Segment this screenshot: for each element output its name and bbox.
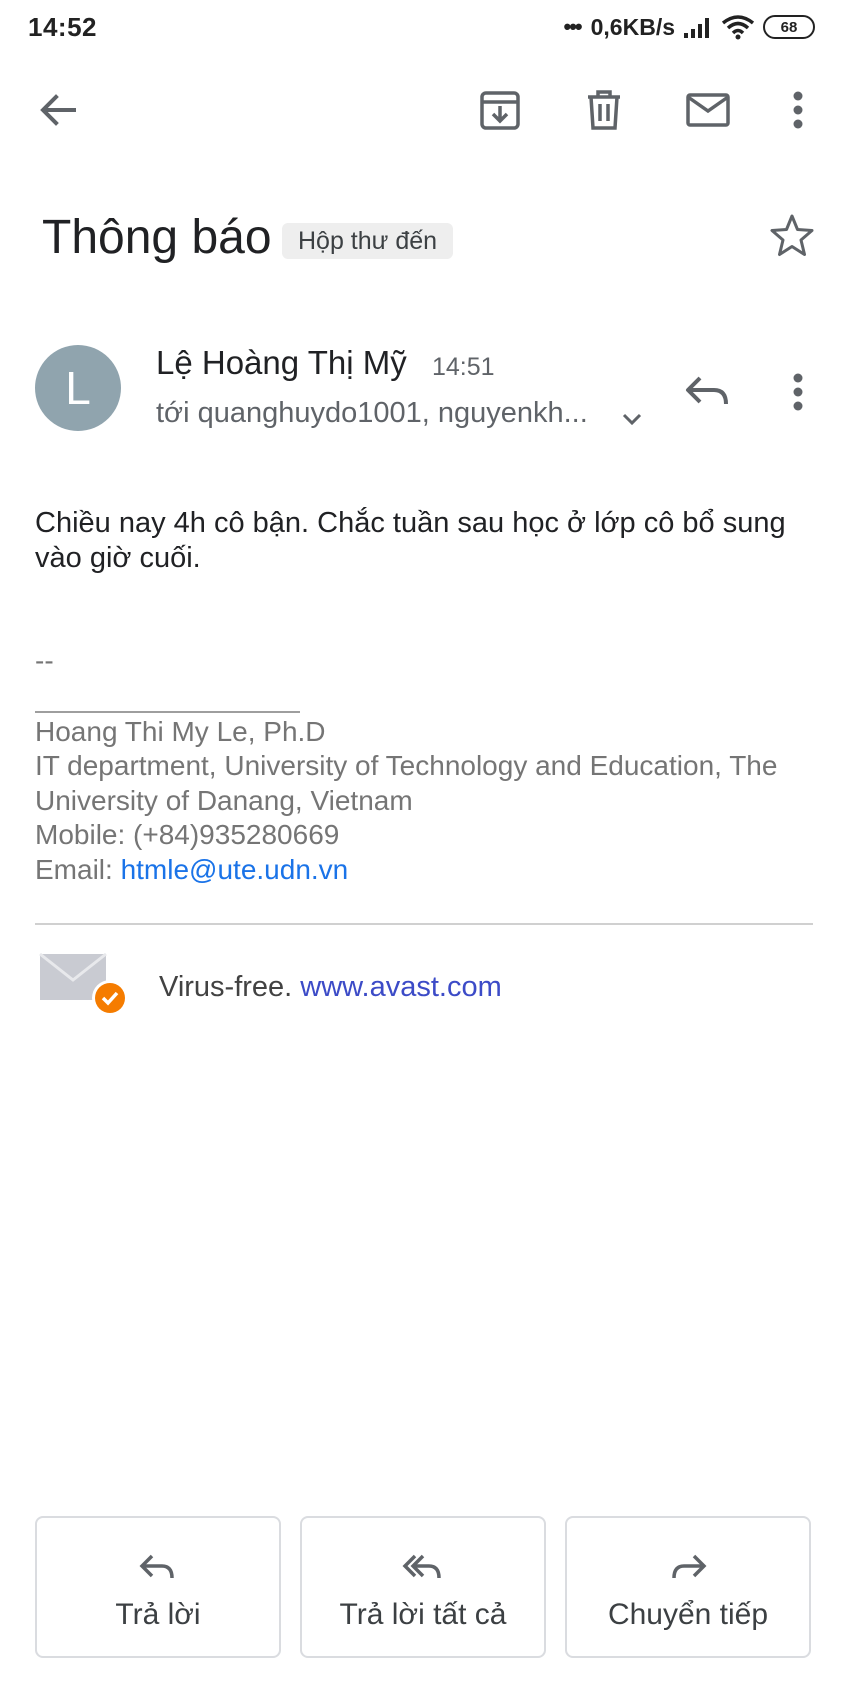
mark-unread-icon[interactable] [680,82,736,138]
more-vert-icon[interactable] [778,366,818,422]
reply-button[interactable]: Trả lời [35,1516,281,1658]
status-time: 14:52 [28,12,97,42]
signature-mobile: Mobile: (+84)935280669 [35,819,340,850]
forward-icon [672,1554,707,1579]
status-icons: ••• 0,6KB/s 68 [564,12,815,42]
action-bar: Trả lời Trả lời tất cả Chuyển tiếp [35,1516,812,1658]
email-time: 14:51 [432,353,495,381]
signature-dash: -- [35,645,54,676]
delete-icon[interactable] [576,82,632,138]
avatar-initial: L [65,362,91,414]
signature-email-row: Email: htmle@ute.udn.vn [35,853,825,888]
signature-email-prefix: Email: [35,853,121,885]
chevron-down-icon[interactable] [616,403,648,435]
battery-level: 68 [780,18,798,36]
avast-text: Virus-free. [159,971,301,1003]
forward-button[interactable]: Chuyển tiếp [565,1516,811,1658]
reply-label: Trả lời [115,1598,201,1631]
avatar[interactable]: L [35,345,121,431]
signature-name: Hoang Thi My Le, Ph.D [35,715,326,747]
email-signature: -- Hoang Thi My Le, Ph.D IT department, … [35,644,825,887]
email-body: Chiều nay 4h cô bận. Chắc tuần sau học ở… [35,507,786,574]
signature-department: IT department, University of Technology … [35,750,778,816]
back-arrow-icon[interactable] [30,82,86,138]
network-speed: 0,6KB/s [590,13,675,40]
inbox-label-chip[interactable]: Hộp thư đến [282,223,454,259]
archive-icon[interactable] [472,82,528,138]
avast-mail-icon [39,952,128,1016]
signature-divider [35,679,300,713]
email-subject: Thông báo [42,211,272,264]
signature-email-link[interactable]: htmle@ute.udn.vn [121,854,349,885]
forward-label: Chuyển tiếp [607,1598,769,1631]
reply-all-icon [402,1554,441,1579]
avast-line: Virus-free. www.avast.com [159,971,502,1004]
notification-dots: ••• [563,14,583,39]
battery-icon: 68 [763,15,815,39]
reply-icon[interactable] [680,364,736,420]
avast-link[interactable]: www.avast.com [300,971,501,1003]
reply-all-button[interactable]: Trả lời tất cả [300,1516,546,1658]
reply-all-label: Trả lời tất cả [339,1598,507,1631]
status-bar: 14:52 ••• 0,6KB/s 68 [0,0,843,54]
signal-icon [684,18,709,38]
recipients-line[interactable]: tới quanghuydo1001, nguyenkh... [156,397,588,430]
sender-name[interactable]: Lệ Hoàng Thị Mỹ [156,344,407,382]
star-icon[interactable] [768,212,816,260]
reply-icon [139,1554,174,1579]
divider [35,923,813,925]
more-vert-icon[interactable] [770,82,826,138]
top-toolbar [0,60,843,160]
wifi-icon [721,15,755,40]
